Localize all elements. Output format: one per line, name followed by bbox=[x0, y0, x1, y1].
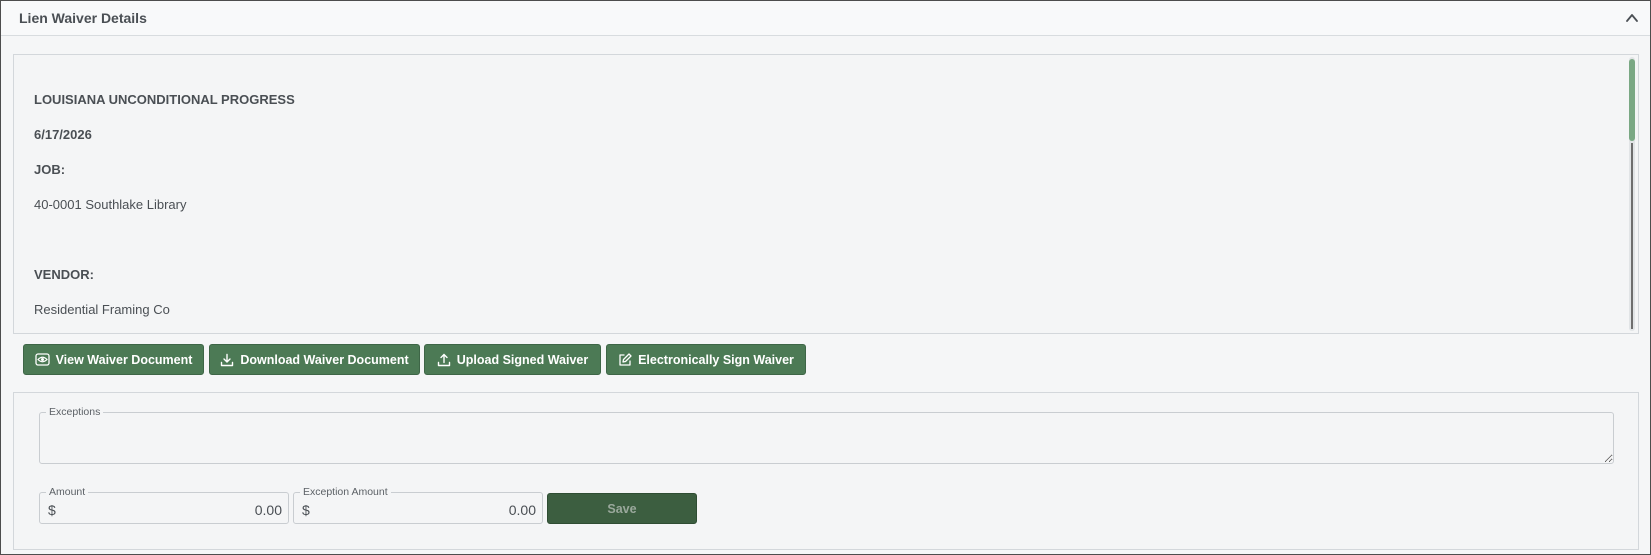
waiver-type: LOUISIANA UNCONDITIONAL PROGRESS bbox=[34, 92, 295, 107]
amount-currency: $ bbox=[48, 502, 56, 518]
panel-title: Lien Waiver Details bbox=[19, 10, 147, 26]
download-icon bbox=[221, 353, 234, 366]
upload-signed-waiver-label: Upload Signed Waiver bbox=[456, 352, 589, 367]
panel-header[interactable]: Lien Waiver Details bbox=[1, 1, 1650, 36]
lien-waiver-panel: Lien Waiver Details LOUISIANA UNCONDITIO… bbox=[0, 0, 1651, 555]
exception-amount-input[interactable]: 0.00 bbox=[509, 502, 536, 518]
job-label: JOB: bbox=[34, 162, 66, 177]
download-waiver-button[interactable]: Download Waiver Document bbox=[209, 344, 420, 375]
exception-amount-currency: $ bbox=[302, 502, 310, 518]
collapse-button[interactable] bbox=[1622, 8, 1642, 28]
edit-icon bbox=[619, 352, 632, 366]
vendor-label: VENDOR: bbox=[34, 267, 94, 282]
chevron-up-icon bbox=[1626, 14, 1638, 22]
waiver-document-preview[interactable]: LOUISIANA UNCONDITIONAL PROGRESS 6/17/20… bbox=[13, 54, 1639, 334]
electronically-sign-waiver-label: Electronically Sign Waiver bbox=[638, 352, 794, 367]
electronically-sign-waiver-button[interactable]: Electronically Sign Waiver bbox=[606, 344, 806, 375]
amount-label: Amount bbox=[46, 486, 89, 498]
upload-icon bbox=[437, 353, 450, 366]
document-scrollbar[interactable] bbox=[1629, 57, 1635, 331]
waiver-date: 6/17/2026 bbox=[34, 127, 92, 142]
save-button[interactable]: Save bbox=[547, 493, 697, 524]
exception-amount-field[interactable]: Exception Amount $ 0.00 bbox=[293, 486, 543, 524]
view-waiver-label: View Waiver Document bbox=[55, 352, 193, 367]
job-value: 40-0001 Southlake Library bbox=[34, 197, 187, 212]
amount-field[interactable]: Amount $ 0.00 bbox=[39, 486, 289, 524]
exceptions-field[interactable]: Exceptions bbox=[39, 406, 1614, 464]
download-waiver-label: Download Waiver Document bbox=[240, 352, 409, 367]
upload-signed-waiver-button[interactable]: Upload Signed Waiver bbox=[424, 344, 601, 375]
scrollbar-thumb[interactable] bbox=[1629, 59, 1635, 141]
exception-amount-label: Exception Amount bbox=[300, 486, 391, 498]
amount-input[interactable]: 0.00 bbox=[255, 502, 282, 518]
view-waiver-button[interactable]: View Waiver Document bbox=[23, 344, 204, 375]
exceptions-input[interactable] bbox=[40, 413, 1613, 463]
vendor-value: Residential Framing Co bbox=[34, 302, 170, 317]
scrollbar-track bbox=[1631, 143, 1633, 329]
waiver-form: Exceptions Amount $ 0.00 Exception Amoun… bbox=[13, 392, 1639, 550]
eye-icon bbox=[34, 353, 50, 366]
